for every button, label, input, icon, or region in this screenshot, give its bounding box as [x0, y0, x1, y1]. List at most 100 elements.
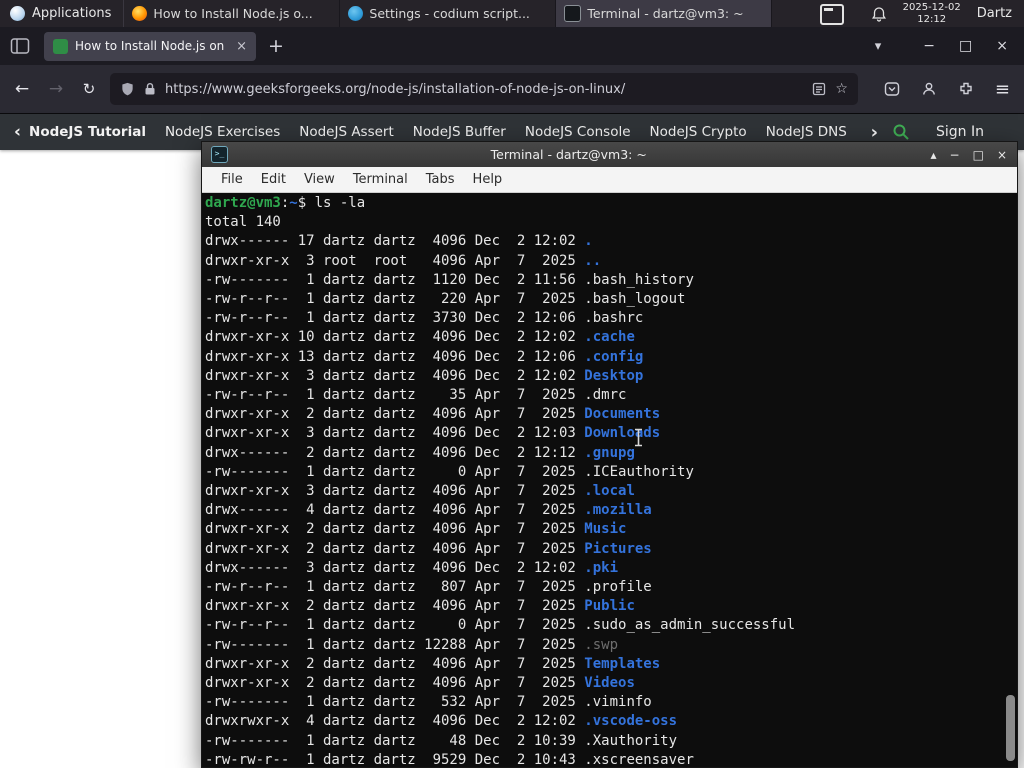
entry-name: .config — [584, 348, 644, 365]
site-nav-back[interactable]: ‹ NodeJS Tutorial — [14, 122, 146, 142]
entry-name: .xscreensaver — [584, 751, 694, 767]
entry-meta: drwxr-xr-x 3 dartz dartz 4096 Dec 2 12:0… — [205, 367, 585, 384]
lock-icon[interactable] — [144, 82, 156, 96]
entry-name: .bashrc — [584, 310, 644, 327]
bookmark-star-icon[interactable]: ☆ — [835, 81, 848, 97]
url-text[interactable]: https://www.geeksforgeeks.org/node-js/in… — [165, 82, 803, 97]
pocket-icon[interactable] — [884, 81, 900, 97]
applications-menu-button[interactable]: Applications — [0, 0, 125, 27]
terminal-close-button[interactable]: × — [997, 148, 1007, 162]
terminal-menu-item[interactable]: View — [295, 172, 344, 187]
terminal-minimize-button[interactable]: − — [950, 148, 960, 162]
entry-name: .bash_logout — [584, 291, 686, 308]
terminal-app-icon — [211, 146, 228, 163]
entry-name: Documents — [584, 406, 661, 423]
extensions-icon[interactable] — [958, 81, 974, 97]
terminal-menu-item[interactable]: Tabs — [417, 172, 464, 187]
terminal-title: Terminal - dartz@vm3: ~ — [490, 147, 647, 162]
terminal-output[interactable]: dartz@vm3:~$ ls -la total 140 drwx------… — [202, 193, 1017, 767]
terminal-menu-item[interactable]: Edit — [252, 172, 295, 187]
panel-window-button[interactable]: Settings - codium script... — [340, 0, 557, 27]
entry-name: .vscode-oss — [584, 713, 678, 730]
site-nav-item[interactable]: NodeJS Crypto — [650, 124, 747, 140]
tracking-protection-shield-icon[interactable] — [120, 81, 135, 97]
site-nav-item[interactable]: NodeJS Exercises — [165, 124, 280, 140]
window-app-icon — [132, 6, 148, 21]
window-button-label: How to Install Node.js o... — [153, 6, 313, 21]
notifications-bell-icon[interactable] — [871, 6, 887, 22]
entry-meta: -rw-rw-r-- 1 dartz dartz 9529 Dec 2 10:4… — [205, 751, 585, 767]
terminal-menu-item[interactable]: Help — [464, 172, 512, 187]
window-close-button[interactable]: × — [996, 38, 1008, 54]
tab-list-chevron-icon[interactable]: ▾ — [875, 39, 882, 54]
terminal-output-line: drwxr-xr-x 13 dartz dartz 4096 Dec 2 12:… — [205, 348, 1017, 367]
entry-meta: drwxr-xr-x 3 dartz dartz 4096 Dec 2 12:0… — [205, 425, 585, 442]
terminal-prompt-line: dartz@vm3:~$ ls -la — [205, 194, 1017, 213]
sign-in-button[interactable]: Sign In — [936, 124, 984, 140]
window-minimize-button[interactable]: − — [923, 38, 935, 54]
entry-meta: drwxr-xr-x 2 dartz dartz 4096 Apr 7 2025 — [205, 598, 585, 615]
entry-name: Pictures — [584, 540, 652, 557]
reload-button[interactable]: ↻ — [78, 80, 100, 98]
clock-date: 2025-12-02 — [902, 2, 961, 13]
entry-meta: drwxr-xr-x 2 dartz dartz 4096 Apr 7 2025 — [205, 655, 585, 672]
forward-button[interactable]: → — [44, 79, 68, 99]
url-bar[interactable]: https://www.geeksforgeeks.org/node-js/in… — [110, 73, 858, 105]
user-menu[interactable]: Dartz — [977, 6, 1012, 21]
firefox-view-icon[interactable] — [10, 37, 30, 55]
chevron-left-icon: ‹ — [14, 122, 22, 142]
clock[interactable]: 2025-12-02 12:12 — [903, 2, 961, 25]
terminal-output-line: -rw------- 1 dartz dartz 12288 Apr 7 202… — [205, 636, 1017, 655]
tray-terminal-icon[interactable] — [820, 4, 845, 25]
account-icon[interactable] — [921, 81, 937, 97]
panel-window-button[interactable]: Terminal - dartz@vm3: ~ — [556, 0, 773, 27]
terminal-menu-item[interactable]: Terminal — [344, 172, 417, 187]
toolbar-icon-group: ≡ — [884, 79, 1010, 100]
terminal-shade-button[interactable]: ▴ — [931, 148, 937, 162]
terminal-window: Terminal - dartz@vm3: ~ ▴ − □ × FileEdit… — [201, 141, 1018, 768]
panel-window-button-list: How to Install Node.js o... Settings - c… — [124, 0, 773, 27]
terminal-output-line: drwxr-xr-x 2 dartz dartz 4096 Apr 7 2025… — [205, 405, 1017, 424]
entry-meta: drwxr-xr-x 3 root root 4096 Apr 7 2025 — [205, 252, 585, 269]
prompt-user-host: dartz@vm3 — [205, 195, 281, 211]
search-icon[interactable] — [892, 123, 910, 141]
site-nav-item[interactable]: NodeJS Console — [525, 124, 631, 140]
terminal-output-line: drwxr-xr-x 3 dartz dartz 4096 Apr 7 2025… — [205, 482, 1017, 501]
entry-meta: -rw------- 1 dartz dartz 12288 Apr 7 202… — [205, 636, 585, 653]
back-button[interactable]: ← — [10, 79, 34, 99]
terminal-scrollbar-thumb[interactable] — [1006, 695, 1015, 761]
window-app-icon — [564, 5, 582, 22]
entry-name: .local — [584, 483, 635, 500]
entry-name: .pki — [584, 559, 619, 576]
navigation-toolbar: ← → ↻ https://www.geeksforgeeks.org/node… — [0, 65, 1024, 114]
applications-label: Applications — [32, 6, 112, 21]
terminal-total-line: total 140 — [205, 214, 281, 231]
site-nav-item[interactable]: NodeJS Buffer — [413, 124, 506, 140]
reader-mode-icon[interactable] — [812, 82, 826, 96]
terminal-output-line: -rw------- 1 dartz dartz 0 Apr 7 2025 .I… — [205, 463, 1017, 482]
window-maximize-button[interactable]: □ — [959, 38, 972, 54]
entry-name: .mozilla — [584, 502, 652, 519]
chevron-right-icon[interactable]: › — [871, 122, 878, 143]
terminal-output-line: drwxr-xr-x 3 dartz dartz 4096 Dec 2 12:0… — [205, 367, 1017, 386]
entry-name: .profile — [584, 579, 652, 596]
tab-bar: How to Install Node.js on × + ▾ − □ × — [0, 27, 1024, 65]
terminal-output-line: -rw------- 1 dartz dartz 1120 Dec 2 11:5… — [205, 271, 1017, 290]
entry-name: .bash_history — [584, 271, 694, 288]
browser-tab[interactable]: How to Install Node.js on × — [44, 31, 256, 61]
tab-close-icon[interactable]: × — [236, 39, 247, 54]
site-nav-item[interactable]: NodeJS DNS — [766, 124, 847, 140]
terminal-output-line: drwxr-xr-x 2 dartz dartz 4096 Apr 7 2025… — [205, 540, 1017, 559]
terminal-titlebar[interactable]: Terminal - dartz@vm3: ~ ▴ − □ × — [202, 142, 1017, 167]
terminal-menu-item[interactable]: File — [212, 172, 252, 187]
entry-meta: -rw------- 1 dartz dartz 0 Apr 7 2025 — [205, 463, 585, 480]
terminal-output-line: drwxr-xr-x 3 root root 4096 Apr 7 2025 .… — [205, 252, 1017, 271]
terminal-output-line: -rw-r--r-- 1 dartz dartz 3730 Dec 2 12:0… — [205, 309, 1017, 328]
terminal-maximize-button[interactable]: □ — [973, 148, 984, 162]
entry-name: .dmrc — [584, 387, 627, 404]
site-nav-item[interactable]: NodeJS Assert — [299, 124, 394, 140]
top-panel: Applications How to Install Node.js o...… — [0, 0, 1024, 27]
new-tab-button[interactable]: + — [268, 35, 284, 57]
panel-window-button[interactable]: How to Install Node.js o... — [124, 0, 341, 27]
menu-icon[interactable]: ≡ — [995, 79, 1010, 100]
